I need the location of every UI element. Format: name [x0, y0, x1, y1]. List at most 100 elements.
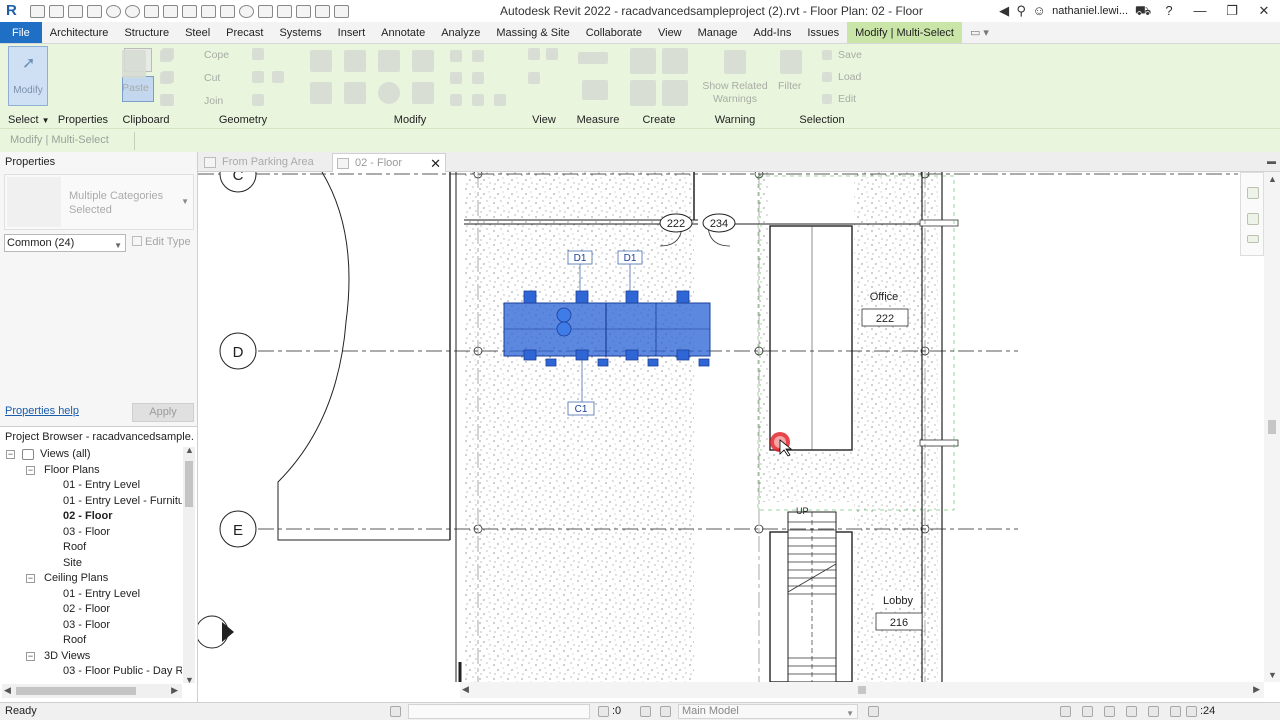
mirror-axis-icon[interactable] — [378, 50, 400, 72]
grid-bubble-c[interactable]: C — [219, 172, 257, 193]
furniture-tag-c1[interactable]: C1 — [567, 401, 595, 416]
thin-lines-icon[interactable] — [277, 4, 292, 18]
browser-view-item[interactable]: 01 - Entry Level — [63, 478, 140, 493]
aligned-dimension-icon[interactable] — [182, 4, 197, 18]
browser-view-item[interactable]: 03 - Floor — [63, 525, 110, 540]
close-icon[interactable]: ✕ — [430, 154, 441, 173]
linework-icon[interactable] — [528, 72, 540, 84]
door-tag-234[interactable]: 234 — [702, 213, 736, 233]
worksharing-icon[interactable] — [390, 706, 401, 717]
scrollbar-thumb[interactable] — [185, 461, 193, 507]
scrollbar-thumb[interactable] — [1268, 420, 1276, 434]
canvas-horizontal-scrollbar[interactable]: ◀ ▶ — [460, 682, 1264, 698]
grid-bubble-e[interactable]: E — [219, 510, 257, 548]
sync-icon[interactable] — [87, 4, 102, 18]
browser-view-item[interactable]: 03 - Floor — [63, 618, 110, 633]
tab-file[interactable]: File — [0, 22, 42, 43]
browser-group-item[interactable]: 3D Views — [44, 649, 90, 664]
scroll-right-icon[interactable]: ▶ — [1253, 684, 1260, 695]
scroll-left-icon[interactable]: ◀ — [462, 684, 469, 695]
measure-between-icon[interactable] — [578, 52, 608, 64]
search-arrow-icon[interactable]: ◀ — [996, 0, 1012, 22]
tab-systems[interactable]: Systems — [271, 22, 329, 43]
tab-massing-site[interactable]: Massing & Site — [488, 22, 577, 43]
print-icon[interactable] — [144, 4, 159, 18]
steering-wheel-icon[interactable] — [1247, 187, 1259, 199]
tree-expand-icon[interactable]: − — [26, 465, 35, 475]
default-3d-view-icon[interactable] — [239, 4, 254, 18]
save-icon[interactable] — [68, 4, 83, 18]
save-selection-label[interactable]: Save — [838, 49, 862, 61]
canvas-vertical-scrollbar[interactable]: ▲ ▼ — [1264, 172, 1280, 682]
load-selection-icon[interactable] — [822, 72, 832, 82]
filter-status-icon[interactable] — [1186, 706, 1197, 717]
paint-icon[interactable] — [252, 71, 264, 83]
help-icon[interactable]: ? — [1154, 0, 1184, 22]
view-tab-02-floor[interactable]: 02 - Floor ✕ — [332, 153, 446, 172]
chair[interactable] — [556, 307, 572, 323]
scale-icon[interactable] — [450, 72, 462, 84]
edit-type-button[interactable]: Edit Type — [132, 236, 191, 248]
window-middle[interactable] — [919, 439, 959, 447]
scroll-up-icon[interactable]: ▲ — [185, 445, 194, 455]
select-pinned-icon[interactable] — [1104, 706, 1115, 717]
curved-wall[interactable] — [277, 172, 450, 541]
edit-selection-icon[interactable] — [822, 94, 832, 104]
tab-annotate[interactable]: Annotate — [373, 22, 433, 43]
browser-view-item[interactable]: 03 - Floor Public - Day Re — [63, 664, 182, 679]
desk-cluster[interactable] — [503, 302, 711, 357]
tag-icon[interactable] — [201, 4, 216, 18]
copy-icon[interactable] — [344, 82, 366, 104]
browser-horizontal-scrollbar[interactable]: ◀ ▶ — [2, 684, 182, 698]
hide-element-icon[interactable] — [528, 48, 540, 60]
browser-group-item[interactable]: Floor Plans — [44, 463, 100, 478]
tab-structure[interactable]: Structure — [116, 22, 177, 43]
door-tag-222[interactable]: 222 — [659, 213, 693, 233]
scroll-right-icon[interactable]: ▶ — [171, 685, 178, 696]
apply-button[interactable]: Apply — [132, 403, 194, 422]
workset-dropdown[interactable] — [408, 704, 590, 719]
browser-group-item[interactable]: Views (all) — [40, 447, 91, 462]
floor-plan-svg[interactable]: UP C D E 222 234 D1 D1 C1 Office 222 Lob… — [198, 172, 1238, 682]
tab-architecture[interactable]: Architecture — [42, 22, 117, 43]
warning-icon[interactable] — [724, 50, 746, 74]
mirror-draw-icon[interactable] — [412, 50, 434, 72]
main-model-icon[interactable] — [660, 706, 671, 717]
wall-joins-icon[interactable] — [272, 71, 284, 83]
binoculars-icon[interactable]: ⚲ — [1012, 0, 1030, 22]
split-icon[interactable] — [450, 50, 462, 62]
select-dropdown[interactable]: Select ▼ — [8, 114, 50, 126]
redo-icon[interactable] — [125, 4, 140, 18]
tab-view[interactable]: View — [650, 22, 690, 43]
scroll-down-icon[interactable]: ▼ — [185, 675, 194, 685]
split-face-icon[interactable] — [252, 48, 264, 60]
create-similar-icon[interactable] — [662, 80, 688, 106]
furniture-tag-d1-second[interactable]: D1 — [617, 250, 643, 265]
browser-view-item[interactable]: Roof — [63, 633, 86, 648]
tab-analyze[interactable]: Analyze — [433, 22, 488, 43]
browser-view-item[interactable]: 01 - Entry Level — [63, 587, 140, 602]
cart-icon[interactable]: ⛟ — [1132, 0, 1154, 22]
tab-modify-multi-select[interactable]: Modify | Multi-Select — [847, 22, 962, 43]
home-icon[interactable] — [30, 4, 45, 18]
rotate-icon[interactable] — [378, 82, 400, 104]
measure-icon[interactable] — [163, 4, 178, 18]
scrollbar-thumb[interactable] — [16, 687, 136, 695]
tab-issues[interactable]: Issues — [799, 22, 847, 43]
tree-expand-icon[interactable]: − — [26, 651, 35, 661]
design-option-dropdown[interactable]: Main Model ▼ — [678, 704, 858, 719]
exclude-options-icon[interactable] — [868, 706, 879, 717]
tree-expand-icon[interactable]: − — [26, 574, 35, 583]
elevation-marker[interactable] — [198, 615, 234, 649]
chevron-down-icon[interactable]: ▼ — [181, 197, 189, 206]
undo-icon[interactable] — [106, 4, 121, 18]
select-links-icon[interactable] — [1060, 706, 1071, 717]
save-selection-icon[interactable] — [822, 50, 832, 60]
tab-manage[interactable]: Manage — [690, 22, 746, 43]
trim-single-icon[interactable] — [494, 94, 506, 106]
zoom-icon[interactable] — [1247, 213, 1259, 225]
switch-windows-icon[interactable] — [315, 4, 330, 18]
array-icon[interactable] — [472, 50, 484, 62]
filter-icon[interactable] — [780, 50, 802, 74]
override-graphics-icon[interactable] — [546, 48, 558, 60]
